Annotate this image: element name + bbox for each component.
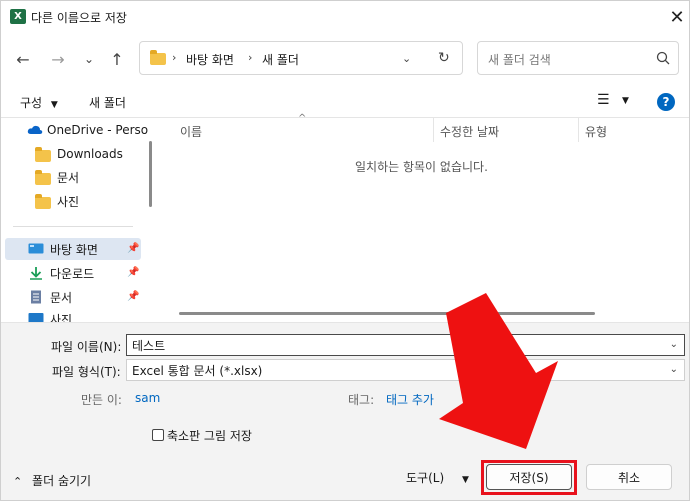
help-icon[interactable]: ?	[657, 93, 675, 111]
filename-value: 테스트	[132, 338, 166, 353]
column-header-type[interactable]: 유형	[585, 123, 607, 140]
caret-down-icon: ▼	[461, 475, 469, 485]
cloud-icon	[27, 125, 43, 134]
address-dropdown-chevron-icon[interactable]: ⌄	[402, 52, 411, 65]
sidebar-scrollbar[interactable]	[149, 141, 152, 207]
breadcrumb-desktop[interactable]: 바탕 화면	[186, 51, 234, 68]
excel-icon: X	[10, 9, 26, 24]
tools-menu[interactable]: 도구(L) ▼	[406, 469, 469, 486]
sidebar-item-label: 문서	[50, 290, 73, 305]
add-tag-link[interactable]: 태그 추가	[386, 391, 434, 408]
desktop-icon	[28, 243, 44, 254]
hide-folders-button[interactable]: ⌃ 폴더 숨기기	[13, 472, 91, 489]
search-icon[interactable]	[656, 51, 670, 65]
folder-icon	[35, 147, 51, 162]
breadcrumb-chevron-icon[interactable]: ›	[248, 51, 252, 64]
window-title: 다른 이름으로 저장	[31, 11, 127, 25]
sidebar-item-pictures[interactable]: 사진	[35, 190, 79, 212]
folder-icon	[35, 170, 51, 185]
sidebar-item-label: 사진	[57, 194, 80, 209]
column-divider[interactable]	[433, 118, 434, 142]
new-folder-button[interactable]: 새 폴더	[89, 94, 126, 111]
sidebar-item-label: Downloads	[57, 147, 123, 161]
empty-folder-message: 일치하는 항목이 없습니다.	[355, 160, 488, 174]
address-bar[interactable]: › 바탕 화면 › 새 폴더 ⌄ ↻	[139, 41, 463, 75]
folder-icon	[35, 194, 51, 209]
column-divider[interactable]	[578, 118, 579, 142]
sidebar-item-label: 문서	[57, 170, 80, 185]
divider	[13, 226, 133, 227]
author-label: 만든 이:	[81, 393, 122, 407]
breadcrumb-chevron-icon[interactable]: ›	[172, 51, 176, 64]
view-menu-icon[interactable]: ☰	[597, 92, 610, 108]
sidebar-item-downloads[interactable]: Downloads	[35, 143, 123, 165]
search-box[interactable]: 새 폴더 검색	[477, 41, 679, 75]
recent-locations-chevron-icon[interactable]: ⌄	[77, 47, 101, 71]
title-bar: X 다른 이름으로 저장 ✕	[1, 1, 689, 33]
sidebar-item-label: OneDrive - Perso	[47, 123, 149, 137]
close-icon[interactable]: ✕	[665, 5, 689, 29]
chevron-down-icon[interactable]: ⌄	[670, 364, 678, 375]
chevron-down-icon[interactable]: ⌄	[670, 339, 678, 350]
filetype-label: 파일 형식(T):	[52, 365, 121, 379]
sidebar-item-onedrive[interactable]: OneDrive - Perso	[27, 119, 148, 141]
refresh-icon[interactable]: ↻	[438, 50, 450, 66]
column-header-date-modified[interactable]: 수정한 날짜	[440, 123, 499, 140]
download-icon	[30, 267, 42, 280]
filename-label: 파일 이름(N):	[51, 340, 122, 354]
organize-label: 구성	[20, 96, 43, 110]
document-icon	[31, 290, 41, 304]
folder-icon	[150, 50, 166, 65]
pin-icon[interactable]: 📌	[127, 243, 139, 254]
pictures-icon	[28, 313, 44, 322]
sidebar-item-label: 다운로드	[50, 266, 95, 281]
sidebar-item-documents[interactable]: 문서	[35, 166, 79, 188]
tools-label: 도구(L)	[406, 471, 445, 485]
author-value[interactable]: sam	[135, 391, 160, 405]
view-caret-down-icon[interactable]: ▼	[622, 96, 629, 106]
back-arrow-icon[interactable]: ←	[11, 47, 35, 71]
filetype-value: Excel 통합 문서 (*.xlsx)	[132, 363, 263, 378]
organize-menu[interactable]: 구성 ▼	[20, 94, 58, 111]
column-header-name[interactable]: 이름	[180, 123, 202, 140]
save-as-dialog: X 다른 이름으로 저장 ✕ ← → ⌄ ↑ › 바탕 화면 › 새 폴더 ⌄ …	[0, 0, 690, 501]
sidebar-item-pictures-pinned[interactable]: 사진	[28, 309, 72, 322]
sidebar-item-label: 바탕 화면	[50, 242, 98, 257]
sort-up-icon: ^	[298, 113, 307, 124]
save-highlight-box	[481, 460, 577, 495]
pin-icon[interactable]: 📌	[127, 267, 139, 278]
hide-folders-label: 폴더 숨기기	[32, 474, 92, 488]
pin-icon[interactable]: 📌	[127, 291, 139, 302]
sidebar-item-desktop[interactable]: 바탕 화면	[28, 238, 98, 260]
sidebar-item-documents-pinned[interactable]: 문서	[28, 286, 72, 308]
annotation-arrow-icon	[439, 293, 558, 449]
thumbnail-label[interactable]: 축소판 그림 저장	[167, 427, 252, 444]
breadcrumb-new-folder[interactable]: 새 폴더	[262, 51, 299, 68]
chevron-up-icon: ⌃	[13, 475, 23, 488]
cancel-button[interactable]: 취소	[586, 464, 672, 490]
sidebar-item-downloads-pinned[interactable]: 다운로드	[28, 262, 94, 284]
sidebar-item-label: 사진	[50, 313, 73, 322]
tags-label: 태그:	[348, 393, 375, 407]
caret-down-icon: ▼	[50, 100, 58, 110]
forward-arrow-icon[interactable]: →	[46, 47, 70, 71]
divider	[1, 117, 689, 118]
search-input[interactable]: 새 폴더 검색	[488, 51, 551, 68]
up-arrow-icon[interactable]: ↑	[105, 47, 129, 71]
thumbnail-checkbox[interactable]	[152, 429, 164, 441]
